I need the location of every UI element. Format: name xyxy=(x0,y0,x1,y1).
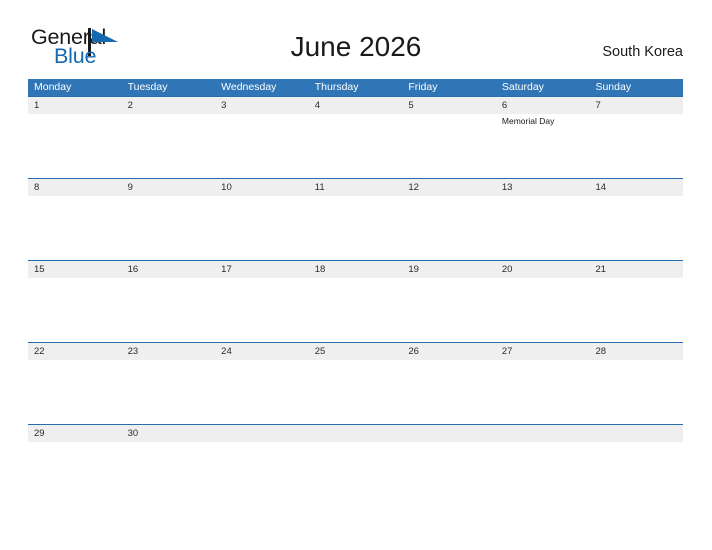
day-cell[interactable] xyxy=(496,360,590,424)
day-number[interactable]: 14 xyxy=(589,179,683,196)
day-number[interactable]: 6 xyxy=(496,97,590,114)
weekday-header-thursday: Thursday xyxy=(314,81,359,93)
week-body: Memorial Day xyxy=(28,114,683,178)
calendar-week-row: 22 23 24 25 26 27 28 xyxy=(28,342,683,424)
week-body xyxy=(28,278,683,342)
day-cell[interactable] xyxy=(496,442,590,470)
day-cell[interactable] xyxy=(589,278,683,342)
day-number[interactable]: 23 xyxy=(122,343,216,360)
day-cell[interactable] xyxy=(122,278,216,342)
weekday-header-sunday: Sunday xyxy=(595,81,632,93)
calendar-week-row: 1 2 3 4 5 6 7 Memorial Day xyxy=(28,96,683,178)
day-cell[interactable] xyxy=(122,442,216,470)
calendar-page: General Blue June 2026 South Korea Monda… xyxy=(0,0,712,550)
day-number[interactable]: 2 xyxy=(122,97,216,114)
page-header: General Blue June 2026 South Korea xyxy=(0,0,712,76)
week-number-strip: 1234567 xyxy=(28,96,683,114)
day-cell[interactable] xyxy=(309,442,403,470)
day-cell[interactable] xyxy=(309,278,403,342)
day-number[interactable]: 11 xyxy=(309,179,403,196)
day-cell[interactable]: Memorial Day xyxy=(496,114,590,178)
day-number-empty xyxy=(402,425,496,442)
day-cell[interactable] xyxy=(215,442,309,470)
day-number-empty xyxy=(309,425,403,442)
day-number[interactable]: 20 xyxy=(496,261,590,278)
day-number[interactable]: 27 xyxy=(496,343,590,360)
day-number-empty xyxy=(589,425,683,442)
day-cell[interactable] xyxy=(215,196,309,260)
day-cell[interactable] xyxy=(28,278,122,342)
day-number[interactable]: 19 xyxy=(402,261,496,278)
day-number[interactable]: 8 xyxy=(28,179,122,196)
week-body xyxy=(28,442,683,470)
day-cell[interactable] xyxy=(28,196,122,260)
day-number[interactable]: 13 xyxy=(496,179,590,196)
day-number[interactable]: 5 xyxy=(402,97,496,114)
week-number-strip: 22 23 24 25 26 27 28 xyxy=(28,342,683,360)
weekday-header-saturday: Saturday xyxy=(501,81,544,93)
day-number[interactable]: 12 xyxy=(402,179,496,196)
day-cell[interactable] xyxy=(215,278,309,342)
day-number[interactable]: 18 xyxy=(309,261,403,278)
day-cell[interactable] xyxy=(309,196,403,260)
day-number[interactable]: 3 xyxy=(215,97,309,114)
day-number[interactable]: 16 xyxy=(122,261,216,278)
day-cell[interactable] xyxy=(122,196,216,260)
day-number[interactable]: 15 xyxy=(28,261,122,278)
day-number[interactable]: 22 xyxy=(28,343,122,360)
week-number-strip: 8 9 10 11 12 13 14 xyxy=(28,178,683,196)
day-cell[interactable] xyxy=(28,360,122,424)
day-cell[interactable] xyxy=(28,114,122,178)
day-number[interactable]: 24 xyxy=(215,343,309,360)
day-number-empty xyxy=(215,425,309,442)
day-cell[interactable] xyxy=(589,114,683,178)
day-number[interactable]: 4 xyxy=(309,97,403,114)
week-body xyxy=(28,360,683,424)
day-number[interactable]: 26 xyxy=(402,343,496,360)
weekday-header-friday: Friday xyxy=(408,81,438,93)
day-number[interactable]: 21 xyxy=(589,261,683,278)
day-number[interactable]: 28 xyxy=(589,343,683,360)
day-number[interactable]: 17 xyxy=(215,261,309,278)
calendar-week-row: 15 16 17 18 19 20 21 xyxy=(28,260,683,342)
day-number[interactable]: 1 xyxy=(28,97,122,114)
weekday-header-tuesday: Tuesday xyxy=(127,81,168,93)
day-number[interactable]: 30 xyxy=(122,425,216,442)
calendar-weeks: 1 2 3 4 5 6 7 Memorial Day 8 9 10 11 12 13 14 15 16 17 18 1… xyxy=(28,96,683,470)
day-cell[interactable] xyxy=(309,360,403,424)
day-cell[interactable] xyxy=(496,278,590,342)
weekday-header-wednesday: Wednesday xyxy=(221,81,277,93)
day-cell[interactable] xyxy=(28,442,122,470)
day-cell[interactable] xyxy=(402,360,496,424)
day-cell[interactable] xyxy=(402,114,496,178)
day-number[interactable]: 25 xyxy=(309,343,403,360)
weekday-header-monday: Monday xyxy=(34,81,72,93)
day-number[interactable]: 29 xyxy=(28,425,122,442)
day-number[interactable]: 10 xyxy=(215,179,309,196)
day-cell[interactable] xyxy=(309,114,403,178)
day-number[interactable]: 7 xyxy=(589,97,683,114)
day-cell[interactable] xyxy=(589,360,683,424)
day-cell[interactable] xyxy=(215,114,309,178)
week-body xyxy=(28,196,683,260)
day-cell[interactable] xyxy=(215,360,309,424)
day-cell[interactable] xyxy=(589,196,683,260)
calendar-week-row: 29 30 xyxy=(28,424,683,470)
holiday-event: Memorial Day xyxy=(501,116,555,126)
day-cell[interactable] xyxy=(402,278,496,342)
day-cell[interactable] xyxy=(496,196,590,260)
country-label: South Korea xyxy=(602,44,683,60)
weekday-header-row: Monday Tuesday Wednesday Thursday Friday Satu… xyxy=(28,79,683,96)
day-cell[interactable] xyxy=(122,360,216,424)
calendar-grid: Monday Tuesday Wednesday Thursday Friday Satu… xyxy=(28,79,683,470)
day-cell[interactable] xyxy=(589,442,683,470)
day-cell[interactable] xyxy=(122,114,216,178)
day-number[interactable]: 9 xyxy=(122,179,216,196)
day-number-empty xyxy=(496,425,590,442)
day-cell[interactable] xyxy=(402,442,496,470)
week-number-strip: 29 30 xyxy=(28,424,683,442)
week-number-strip: 15 16 17 18 19 20 21 xyxy=(28,260,683,278)
day-cell[interactable] xyxy=(402,196,496,260)
calendar-week-row: 8 9 10 11 12 13 14 xyxy=(28,178,683,260)
